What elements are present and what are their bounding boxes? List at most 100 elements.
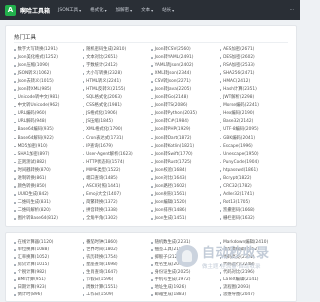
tool-link[interactable]: PunyCode(1904) <box>219 159 289 167</box>
tool-link[interactable]: XML转Json(2344) <box>151 70 220 78</box>
tool-link[interactable]: UUID生成(842) <box>14 191 83 199</box>
tool-link[interactable]: Unicode转中文(981) <box>14 94 83 102</box>
tool-link[interactable]: 单位换算(1088) <box>14 247 83 255</box>
tool-link[interactable]: Json树形(1561) <box>151 191 220 199</box>
tool-link[interactable]: IP查询(1679) <box>82 143 152 151</box>
tool-link[interactable]: Json转Rust(1725) <box>151 159 220 167</box>
tool-link[interactable]: 生肖查询(1647) <box>82 269 152 277</box>
tool-link[interactable]: CSV转Json(2271) <box>151 78 220 86</box>
tool-link[interactable]: Json转Java(2205) <box>151 86 220 94</box>
tool-link[interactable]: 数字大写转换(1291) <box>14 46 83 54</box>
tool-link[interactable]: 汇率换算(1052) <box>14 254 83 262</box>
nav-item[interactable]: 加解密 ▾ <box>116 7 133 14</box>
tool-link[interactable]: JS格式化(1906) <box>82 110 152 118</box>
tool-link[interactable]: HMAC(2412) <box>219 78 289 86</box>
tool-link[interactable]: 中文转Unicode(962) <box>14 102 83 110</box>
tool-link[interactable]: HTTP状态码(1574) <box>82 159 152 167</box>
tool-link[interactable]: 番茄时钟(1860) <box>82 239 152 247</box>
tool-link[interactable]: Bcrypt(1822) <box>219 175 289 183</box>
tool-link[interactable]: JSON转义(1062) <box>14 70 83 78</box>
tool-link[interactable]: GBK编码(2041) <box>219 135 289 143</box>
tool-link[interactable]: RSA加密(2533) <box>219 62 289 70</box>
tool-link[interactable]: Json美化格式(1252) <box>14 54 83 62</box>
tool-link[interactable]: Json对比(1643) <box>151 175 220 183</box>
tool-link[interactable]: URL解码(948) <box>14 118 83 126</box>
tool-link[interactable]: 周数计算(1551) <box>82 284 152 292</box>
tool-link[interactable]: Json转Python(2035) <box>151 110 220 118</box>
tool-link[interactable]: CSS格式化(1981) <box>82 102 152 110</box>
tool-link[interactable]: 文本对比(2651) <box>82 54 152 62</box>
tool-link[interactable]: MD5加密(910) <box>14 143 83 151</box>
tool-link[interactable]: Json编辑(1520) <box>151 199 220 207</box>
tool-link[interactable]: htpasswd(1861) <box>219 167 289 175</box>
tool-link[interactable]: Unescape(1950) <box>219 151 289 159</box>
tool-link[interactable]: Json转C#(1984) <box>151 118 220 126</box>
tool-link[interactable]: AES加密(2671) <box>219 46 289 54</box>
tool-link[interactable]: DES加密(2602) <box>219 54 289 62</box>
more-menu-icon[interactable]: ··· <box>290 8 294 13</box>
tool-link[interactable]: 大小写转换(2328) <box>82 70 152 78</box>
tool-link[interactable]: HTML转义(2241) <box>82 78 152 86</box>
tool-link[interactable]: 个税计算(982) <box>14 269 83 277</box>
tool-link[interactable]: Escape(1996) <box>219 143 289 151</box>
tool-link[interactable]: JWT解析(2298) <box>219 94 289 102</box>
tool-link[interactable]: 地址生成(1926) <box>151 284 220 292</box>
tool-link[interactable]: Hash计算(2351) <box>219 86 289 94</box>
site-logo-text[interactable]: 啊哈工具箱 <box>20 6 50 15</box>
tool-link[interactable]: 星座查询(1698) <box>82 262 152 270</box>
tool-link[interactable]: XML格式化(1790) <box>82 126 152 134</box>
tool-link[interactable]: 工作日(1509) <box>82 292 152 300</box>
tool-link[interactable]: Base32(2142) <box>219 118 289 126</box>
tool-link[interactable]: Json压缩(1090) <box>14 62 83 70</box>
tool-link[interactable]: 简繁转换(1372) <box>82 199 152 207</box>
tool-link[interactable]: 思维导图(2047) <box>219 292 289 300</box>
tool-link[interactable]: 栅栏密码(1632) <box>219 215 289 223</box>
tool-link[interactable]: UTF-8编码(2095) <box>219 126 289 134</box>
tool-link[interactable]: 图片转Base64(812) <box>14 215 83 223</box>
tool-link[interactable]: 随机密码生成(2810) <box>82 46 152 54</box>
tool-link[interactable]: Json路径(1602) <box>151 183 220 191</box>
tool-link[interactable]: MIME类型(1522) <box>82 167 152 175</box>
tool-link[interactable]: SHA256(2471) <box>219 70 289 78</box>
tool-link[interactable]: 全角半角(1302) <box>82 215 152 223</box>
tool-link[interactable]: Json转TS(2086) <box>151 102 220 110</box>
tool-link[interactable]: 凯撒密码(1668) <box>219 207 289 215</box>
tool-link[interactable]: Adler32(1741) <box>219 191 289 199</box>
tool-link[interactable]: Cron表达式(1731) <box>82 135 152 143</box>
tool-link[interactable]: Json转PHP(1929) <box>151 126 220 134</box>
tool-link[interactable]: 颜色转换(850) <box>14 183 83 191</box>
tool-link[interactable]: Json转Go(2148) <box>151 94 220 102</box>
tool-link[interactable]: Json转XML(985) <box>14 86 83 94</box>
tool-link[interactable]: HTML反转义(2155) <box>82 86 152 94</box>
tool-link[interactable]: 手机号生成(1972) <box>151 277 220 285</box>
tool-link[interactable]: CRC32(1782) <box>219 183 289 191</box>
tool-link[interactable]: URL编码(960) <box>14 110 83 118</box>
tool-link[interactable]: Json排序(1486) <box>151 207 220 215</box>
nav-item[interactable]: JSON工具 ▾ <box>58 7 81 14</box>
tool-link[interactable]: 时间戳转换(870) <box>14 167 83 175</box>
nav-item[interactable]: 格式化 ▾ <box>90 7 107 14</box>
tool-link[interactable]: 拼音转换(1338) <box>82 207 152 215</box>
tool-link[interactable]: User-Agent解析(1623) <box>82 151 152 159</box>
tool-link[interactable]: Json转Dart(1872) <box>151 135 220 143</box>
tool-link[interactable]: 正则测试(882) <box>14 159 83 167</box>
tool-link[interactable]: 日期计算(923) <box>14 284 83 292</box>
tool-link[interactable]: Json转Kotlin(1821) <box>151 143 220 151</box>
logo-icon[interactable]: A <box>5 4 16 16</box>
tool-link[interactable]: YAML转Json(2402) <box>151 62 220 70</box>
tool-link[interactable]: Json转CSV(2560) <box>151 46 220 54</box>
nav-item[interactable]: 站长 ▾ <box>162 7 174 14</box>
tool-link[interactable]: SQL格式化(2063) <box>82 94 152 102</box>
tool-link[interactable]: Rot13(1705) <box>219 199 289 207</box>
tool-link[interactable]: 二维码解析(820) <box>14 207 83 215</box>
tool-link[interactable]: Emoji大全(1407) <box>82 191 152 199</box>
tool-link[interactable]: 进制转换(861) <box>14 175 83 183</box>
tool-link[interactable]: JS压缩(1845) <box>82 118 152 126</box>
tool-link[interactable]: Hex编码(2190) <box>219 110 289 118</box>
tool-link[interactable]: 二维码生成(831) <box>14 199 83 207</box>
tool-link[interactable]: 邮箱生成(1883) <box>151 292 220 300</box>
tool-link[interactable]: ASCII对照(1441) <box>82 183 152 191</box>
tool-link[interactable]: Json转YAML(2491) <box>151 54 220 62</box>
tool-link[interactable]: Json去转义(1015) <box>14 78 83 86</box>
tool-link[interactable]: 字数统计(2412) <box>82 62 152 70</box>
